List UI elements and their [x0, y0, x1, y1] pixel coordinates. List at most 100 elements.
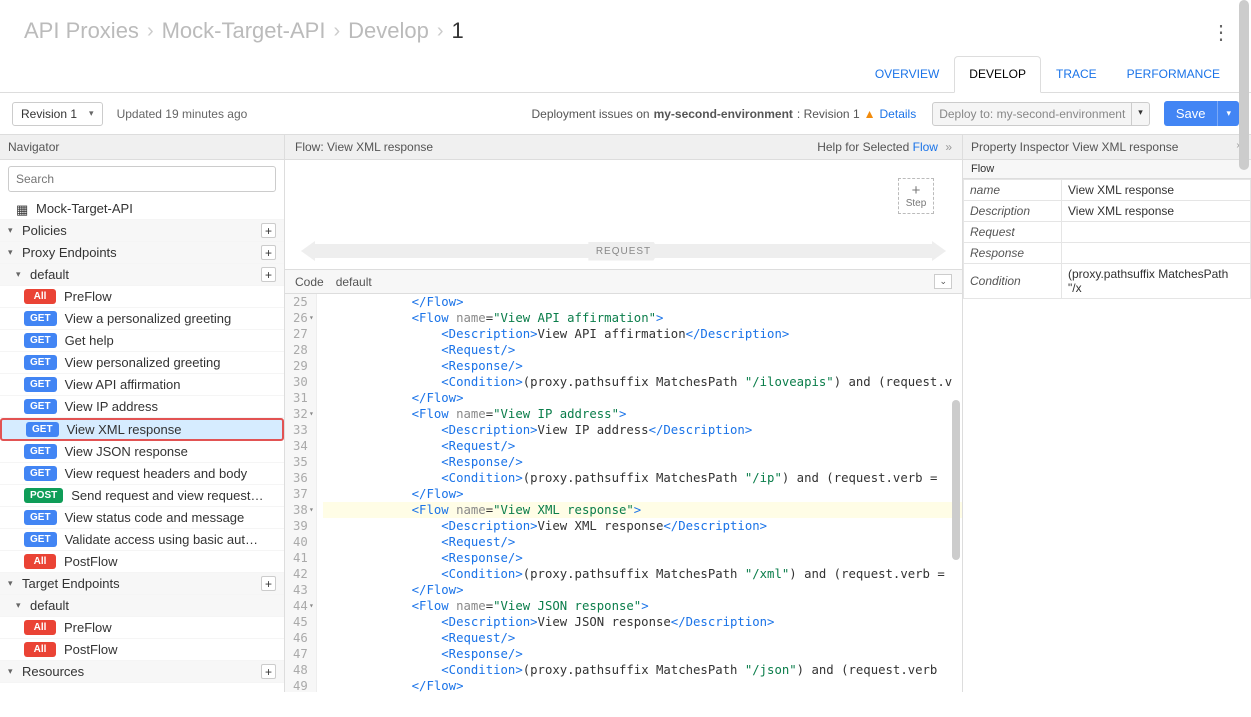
more-menu-icon[interactable]: ⋮ — [1211, 20, 1231, 45]
flow-label: View a personalized greeting — [65, 311, 232, 326]
method-badge: GET — [26, 422, 59, 437]
tree-api-root[interactable]: ▦ Mock-Target-API — [0, 198, 284, 220]
property-inspector: Property Inspector View XML response ›› … — [963, 135, 1251, 692]
code-tab[interactable]: Code — [295, 275, 324, 289]
section-resources[interactable]: ▾Resources + — [0, 661, 284, 683]
updated-text: Updated 19 minutes ago — [117, 107, 248, 121]
method-badge: GET — [24, 355, 57, 370]
prop-key: Description — [964, 201, 1062, 222]
prop-value[interactable] — [1062, 243, 1251, 264]
target-default[interactable]: ▾default — [0, 595, 284, 617]
prop-key: Condition — [964, 264, 1062, 299]
tab-develop[interactable]: DEVELOP — [954, 56, 1041, 93]
section-proxy-endpoints[interactable]: ▾Proxy Endpoints + — [0, 242, 284, 264]
api-icon: ▦ — [16, 202, 30, 216]
expand-icon[interactable]: » — [945, 140, 952, 154]
flow-label: View personalized greeting — [65, 355, 221, 370]
method-badge: All — [24, 642, 56, 657]
code-editor[interactable]: 2526▾272829303132▾333435363738▾394041424… — [285, 294, 962, 692]
method-badge: GET — [24, 399, 57, 414]
flow-item[interactable]: All PreFlow — [0, 617, 284, 639]
flow-item[interactable]: GETValidate access using basic aut… — [0, 529, 284, 551]
add-resource-icon[interactable]: + — [261, 664, 276, 679]
tabs: OVERVIEW DEVELOP TRACE PERFORMANCE — [0, 56, 1251, 93]
flow-item[interactable]: GET View JSON response — [0, 441, 284, 463]
details-link[interactable]: Details — [880, 107, 917, 121]
tab-performance[interactable]: PERFORMANCE — [1112, 56, 1235, 92]
add-policy-icon[interactable]: + — [261, 223, 276, 238]
method-badge: GET — [24, 377, 57, 392]
add-flow-icon[interactable]: + — [261, 267, 276, 282]
tab-trace[interactable]: TRACE — [1041, 56, 1112, 92]
flow-label: PostFlow — [64, 642, 117, 657]
crumb-revision: 1 — [452, 18, 464, 44]
prop-key: Request — [964, 222, 1062, 243]
plus-icon: + — [912, 183, 921, 198]
property-table: nameView XML responseDescriptionView XML… — [963, 179, 1251, 299]
help-link[interactable]: Flow — [913, 140, 938, 154]
navigator: Navigator ‹‹ ▦ Mock-Target-API ▾Policies… — [0, 135, 285, 692]
flow-item[interactable]: GET View API affirmation — [0, 374, 284, 396]
inspector-title: Property Inspector View XML response — [971, 140, 1178, 154]
section-target-endpoints[interactable]: ▾Target Endpoints + — [0, 573, 284, 595]
flow-label: Get help — [65, 333, 114, 348]
deploy-caret[interactable]: ▾ — [1132, 102, 1150, 126]
flow-label: View IP address — [65, 399, 158, 414]
method-badge: All — [24, 554, 56, 569]
flow-item[interactable]: GET View request headers and body — [0, 463, 284, 485]
section-policies[interactable]: ▾Policies + — [0, 220, 284, 242]
flow-item[interactable]: GET View IP address — [0, 396, 284, 418]
method-badge: GET — [24, 466, 57, 481]
breadcrumb: API Proxies › Mock-Target-API › Develop … — [0, 0, 1251, 56]
save-button[interactable]: Save — [1164, 101, 1218, 126]
flow-item[interactable]: GETGet help — [0, 330, 284, 352]
save-caret[interactable]: ▾ — [1217, 101, 1239, 126]
crumb-section[interactable]: Develop — [348, 18, 429, 44]
deploy-issues: Deployment issues on my-second-environme… — [532, 107, 917, 121]
prop-key: name — [964, 180, 1062, 201]
method-badge: All — [24, 620, 56, 635]
inspector-section: Flow — [963, 160, 1251, 179]
flow-item[interactable]: GET View personalized greeting — [0, 352, 284, 374]
flow-item[interactable]: GET View XML response — [0, 418, 284, 441]
endpoint-default[interactable]: ▾default + — [0, 264, 284, 286]
default-tab[interactable]: default — [336, 275, 372, 289]
navigator-title: Navigator — [0, 135, 284, 160]
flow-item[interactable]: GETView a personalized greeting — [0, 308, 284, 330]
prop-value[interactable]: (proxy.pathsuffix MatchesPath "/x — [1062, 264, 1251, 299]
flow-label: View request headers and body — [65, 466, 248, 481]
crumb-root[interactable]: API Proxies — [24, 18, 139, 44]
tab-overview[interactable]: OVERVIEW — [860, 56, 954, 92]
flow-item[interactable]: AllPostFlow — [0, 551, 284, 573]
scrollbar[interactable] — [952, 400, 960, 560]
flow-item[interactable]: POSTSend request and view request… — [0, 485, 284, 507]
method-badge: GET — [24, 510, 57, 525]
flow-item[interactable]: GET View status code and message — [0, 507, 284, 529]
crumb-proxy[interactable]: Mock-Target-API — [162, 18, 326, 44]
add-proxy-endpoint-icon[interactable]: + — [261, 245, 276, 260]
chevron-right-icon: › — [147, 20, 154, 43]
flow-item[interactable]: AllPreFlow — [0, 286, 284, 308]
deploy-to-dropdown[interactable]: Deploy to: my-second-environment — [932, 102, 1132, 126]
flow-item[interactable]: All PostFlow — [0, 639, 284, 661]
prop-value[interactable]: View XML response — [1062, 180, 1251, 201]
toolbar: Revision 1 Updated 19 minutes ago Deploy… — [0, 93, 1251, 135]
add-target-endpoint-icon[interactable]: + — [261, 576, 276, 591]
flow-label: View XML response — [67, 422, 182, 437]
flow-label: View status code and message — [65, 510, 245, 525]
help-text: Help for Selected — [817, 140, 909, 154]
request-flow-arrow: REQUEST — [301, 239, 946, 263]
prop-value[interactable]: View XML response — [1062, 201, 1251, 222]
add-step-button[interactable]: + Step — [898, 178, 934, 214]
search-input[interactable] — [8, 166, 276, 192]
flow-label: PreFlow — [64, 620, 112, 635]
flow-label: View JSON response — [65, 444, 188, 459]
flow-label: View API affirmation — [65, 377, 181, 392]
editor-panel: Flow: View XML response Help for Selecte… — [285, 135, 963, 692]
method-badge: GET — [24, 444, 57, 459]
chevron-right-icon: › — [437, 20, 444, 43]
method-badge: POST — [24, 488, 63, 503]
prop-value[interactable] — [1062, 222, 1251, 243]
code-options-icon[interactable]: ⌄ — [934, 274, 952, 289]
revision-dropdown[interactable]: Revision 1 — [12, 102, 103, 126]
